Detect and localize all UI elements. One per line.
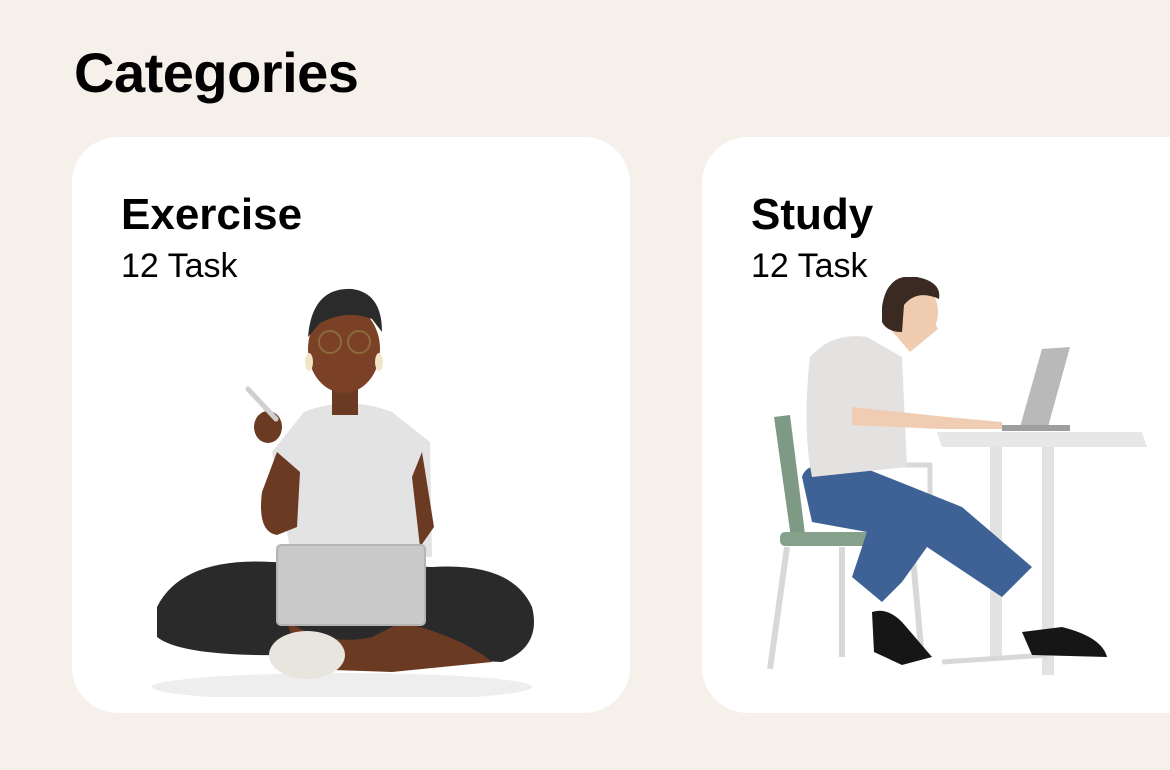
page-title: Categories — [74, 41, 359, 104]
category-card-exercise[interactable]: Exercise 12 Task — [72, 137, 630, 713]
categories-carousel[interactable]: Exercise 12 Task Study 12 Task — [72, 137, 1170, 713]
person-with-laptop-illustration — [152, 288, 534, 697]
person-studying-illustration — [767, 277, 1147, 675]
category-title: Exercise — [121, 190, 303, 239]
category-card-study[interactable]: Study 12 Task — [702, 137, 1170, 713]
category-title: Study — [751, 190, 874, 239]
